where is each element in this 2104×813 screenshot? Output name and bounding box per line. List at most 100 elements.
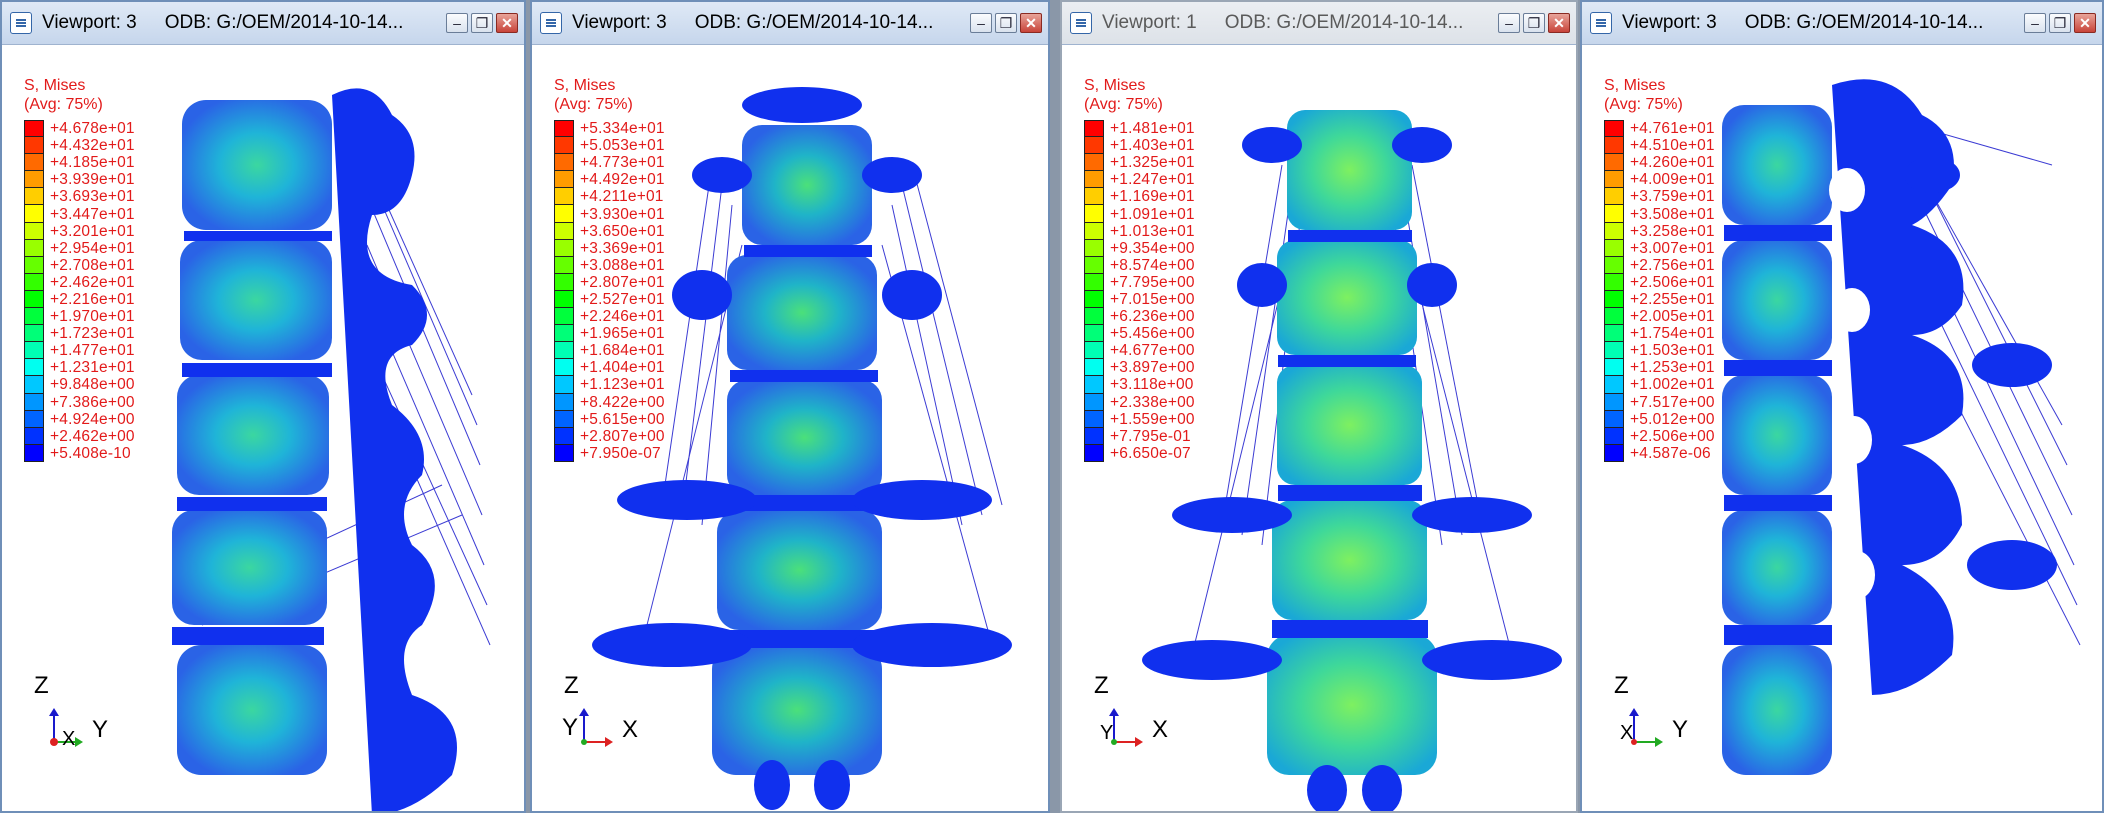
- legend-row: +9.354e+00: [1084, 239, 1195, 257]
- legend-swatch: [24, 256, 44, 274]
- viewport-titlebar[interactable]: Viewport: 3 ODB: G:/OEM/2014-10-14... – …: [2, 2, 524, 45]
- legend-value: +4.587e-06: [1630, 444, 1711, 462]
- legend-row: +1.002e+01: [1604, 376, 1715, 394]
- restore-button[interactable]: ❐: [471, 13, 493, 33]
- legend-swatch: [1084, 256, 1104, 274]
- minimize-icon: –: [453, 15, 461, 31]
- close-button[interactable]: ✕: [496, 13, 518, 33]
- legend-value: +3.897e+00: [1110, 359, 1195, 377]
- restore-button[interactable]: ❐: [1523, 13, 1545, 33]
- close-button[interactable]: ✕: [2074, 13, 2096, 33]
- restore-icon: ❐: [475, 15, 489, 31]
- viewport-menu-icon[interactable]: [540, 12, 562, 34]
- legend-row: +3.007e+01: [1604, 239, 1715, 257]
- odb-path: ODB: G:/OEM/2014-10-14...: [694, 12, 934, 33]
- legend-swatch: [24, 427, 44, 445]
- minimize-button[interactable]: –: [1498, 13, 1520, 33]
- legend-row: +4.492e+01: [554, 171, 665, 189]
- legend-value: +1.013e+01: [1110, 222, 1195, 240]
- legend-row: +5.456e+00: [1084, 325, 1195, 343]
- axis-triad: Z X Y: [562, 672, 672, 762]
- legend-value: +1.169e+01: [1110, 188, 1195, 206]
- legend-value: +6.650e-07: [1110, 444, 1191, 462]
- viewport-titlebar[interactable]: Viewport: 3 ODB: G:/OEM/2014-10-14... – …: [1582, 2, 2102, 45]
- legend-swatch: [1084, 137, 1104, 155]
- legend-row: +1.477e+01: [24, 342, 135, 360]
- restore-button[interactable]: ❐: [2049, 13, 2071, 33]
- legend-row: +1.169e+01: [1084, 188, 1195, 206]
- legend-row: +1.503e+01: [1604, 342, 1715, 360]
- legend-row: +3.650e+01: [554, 222, 665, 240]
- close-button[interactable]: ✕: [1548, 13, 1570, 33]
- odb-path: ODB: G:/OEM/2014-10-14...: [1224, 12, 1464, 33]
- legend-swatch: [1084, 290, 1104, 309]
- minimize-button[interactable]: –: [2024, 13, 2046, 33]
- viewport-window-3[interactable]: Viewport: 1 ODB: G:/OEM/2014-10-14... – …: [1060, 0, 1578, 813]
- legend-row: +1.684e+01: [554, 342, 665, 360]
- legend-value: +1.503e+01: [1630, 342, 1715, 360]
- restore-icon: ❐: [2053, 15, 2067, 31]
- legend-avg: (Avg: 75%): [554, 96, 633, 113]
- viewport-window-2[interactable]: Viewport: 3 ODB: G:/OEM/2014-10-14... – …: [530, 0, 1050, 813]
- legend-value: +2.005e+01: [1630, 308, 1715, 326]
- legend-avg: (Avg: 75%): [1604, 96, 1683, 113]
- legend-swatch: [1084, 120, 1104, 138]
- legend-row: +1.091e+01: [1084, 205, 1195, 223]
- viewport-titlebar[interactable]: Viewport: 3 ODB: G:/OEM/2014-10-14... – …: [532, 2, 1048, 45]
- legend-value: +7.015e+00: [1110, 290, 1195, 308]
- viewport-menu-icon[interactable]: [1070, 12, 1092, 34]
- minimize-button[interactable]: –: [970, 13, 992, 33]
- legend-value: +8.574e+00: [1110, 256, 1195, 274]
- legend-row: +8.422e+00: [554, 393, 665, 411]
- legend-swatch: [1084, 171, 1104, 189]
- legend-value: +2.255e+01: [1630, 290, 1715, 308]
- legend-value: +3.258e+01: [1630, 222, 1715, 240]
- legend-value: +7.386e+00: [50, 393, 135, 411]
- viewport-window-4[interactable]: Viewport: 3 ODB: G:/OEM/2014-10-14... – …: [1580, 0, 2104, 813]
- legend-row: +1.965e+01: [554, 325, 665, 343]
- minimize-icon: –: [2031, 15, 2039, 31]
- legend-swatch: [24, 308, 44, 326]
- legend-swatch: [554, 273, 574, 291]
- close-button[interactable]: ✕: [1020, 13, 1042, 33]
- legend-value: +1.123e+01: [580, 376, 665, 394]
- legend-swatch: [1604, 342, 1624, 360]
- viewport-menu-icon[interactable]: [1590, 12, 1612, 34]
- legend-value: +8.422e+00: [580, 393, 665, 411]
- legend-value: +2.462e+01: [50, 273, 135, 291]
- legend-row: +4.677e+00: [1084, 342, 1195, 360]
- legend-row: +2.756e+01: [1604, 256, 1715, 274]
- legend-bar: +5.334e+01 +5.053e+01 +4.773e+01 +4.492e+01…: [554, 120, 665, 462]
- legend-row: +1.754e+01: [1604, 325, 1715, 343]
- minimize-button[interactable]: –: [446, 13, 468, 33]
- legend-row: +1.123e+01: [554, 376, 665, 394]
- axis-triad: Z X Y: [1092, 672, 1202, 762]
- legend-avg: (Avg: 75%): [1084, 96, 1163, 113]
- legend-row: +2.462e+01: [24, 273, 135, 291]
- stress-legend: S, Mises (Avg: 75%) +4.761e+01 +4.510e+01…: [1604, 76, 1715, 462]
- legend-swatch: [1084, 222, 1104, 240]
- legend-value: +2.462e+00: [50, 427, 135, 445]
- legend-swatch: [24, 325, 44, 343]
- legend-value: +4.678e+01: [50, 120, 135, 138]
- legend-value: +1.559e+00: [1110, 410, 1195, 428]
- legend-swatch: [24, 444, 44, 462]
- restore-button[interactable]: ❐: [995, 13, 1017, 33]
- viewport-window-1[interactable]: Viewport: 3 ODB: G:/OEM/2014-10-14... – …: [0, 0, 526, 813]
- legend-swatch: [1084, 376, 1104, 394]
- legend-row: +2.338e+00: [1084, 393, 1195, 411]
- legend-value: +9.354e+00: [1110, 239, 1195, 257]
- close-icon: ✕: [1553, 15, 1565, 31]
- axis-triad: Z Y X: [1612, 672, 1722, 762]
- viewport-menu-icon[interactable]: [10, 12, 32, 34]
- legend-avg: (Avg: 75%): [24, 96, 103, 113]
- legend-swatch: [1604, 222, 1624, 240]
- legend-swatch: [1604, 376, 1624, 394]
- legend-swatch: [24, 342, 44, 360]
- legend-value: +2.527e+01: [580, 290, 665, 308]
- legend-swatch: [554, 154, 574, 172]
- viewport-titlebar[interactable]: Viewport: 1 ODB: G:/OEM/2014-10-14... – …: [1062, 2, 1576, 45]
- legend-row: +2.506e+00: [1604, 427, 1715, 445]
- viewport-title: Viewport: 3: [1622, 12, 1717, 33]
- legend-swatch: [1084, 410, 1104, 428]
